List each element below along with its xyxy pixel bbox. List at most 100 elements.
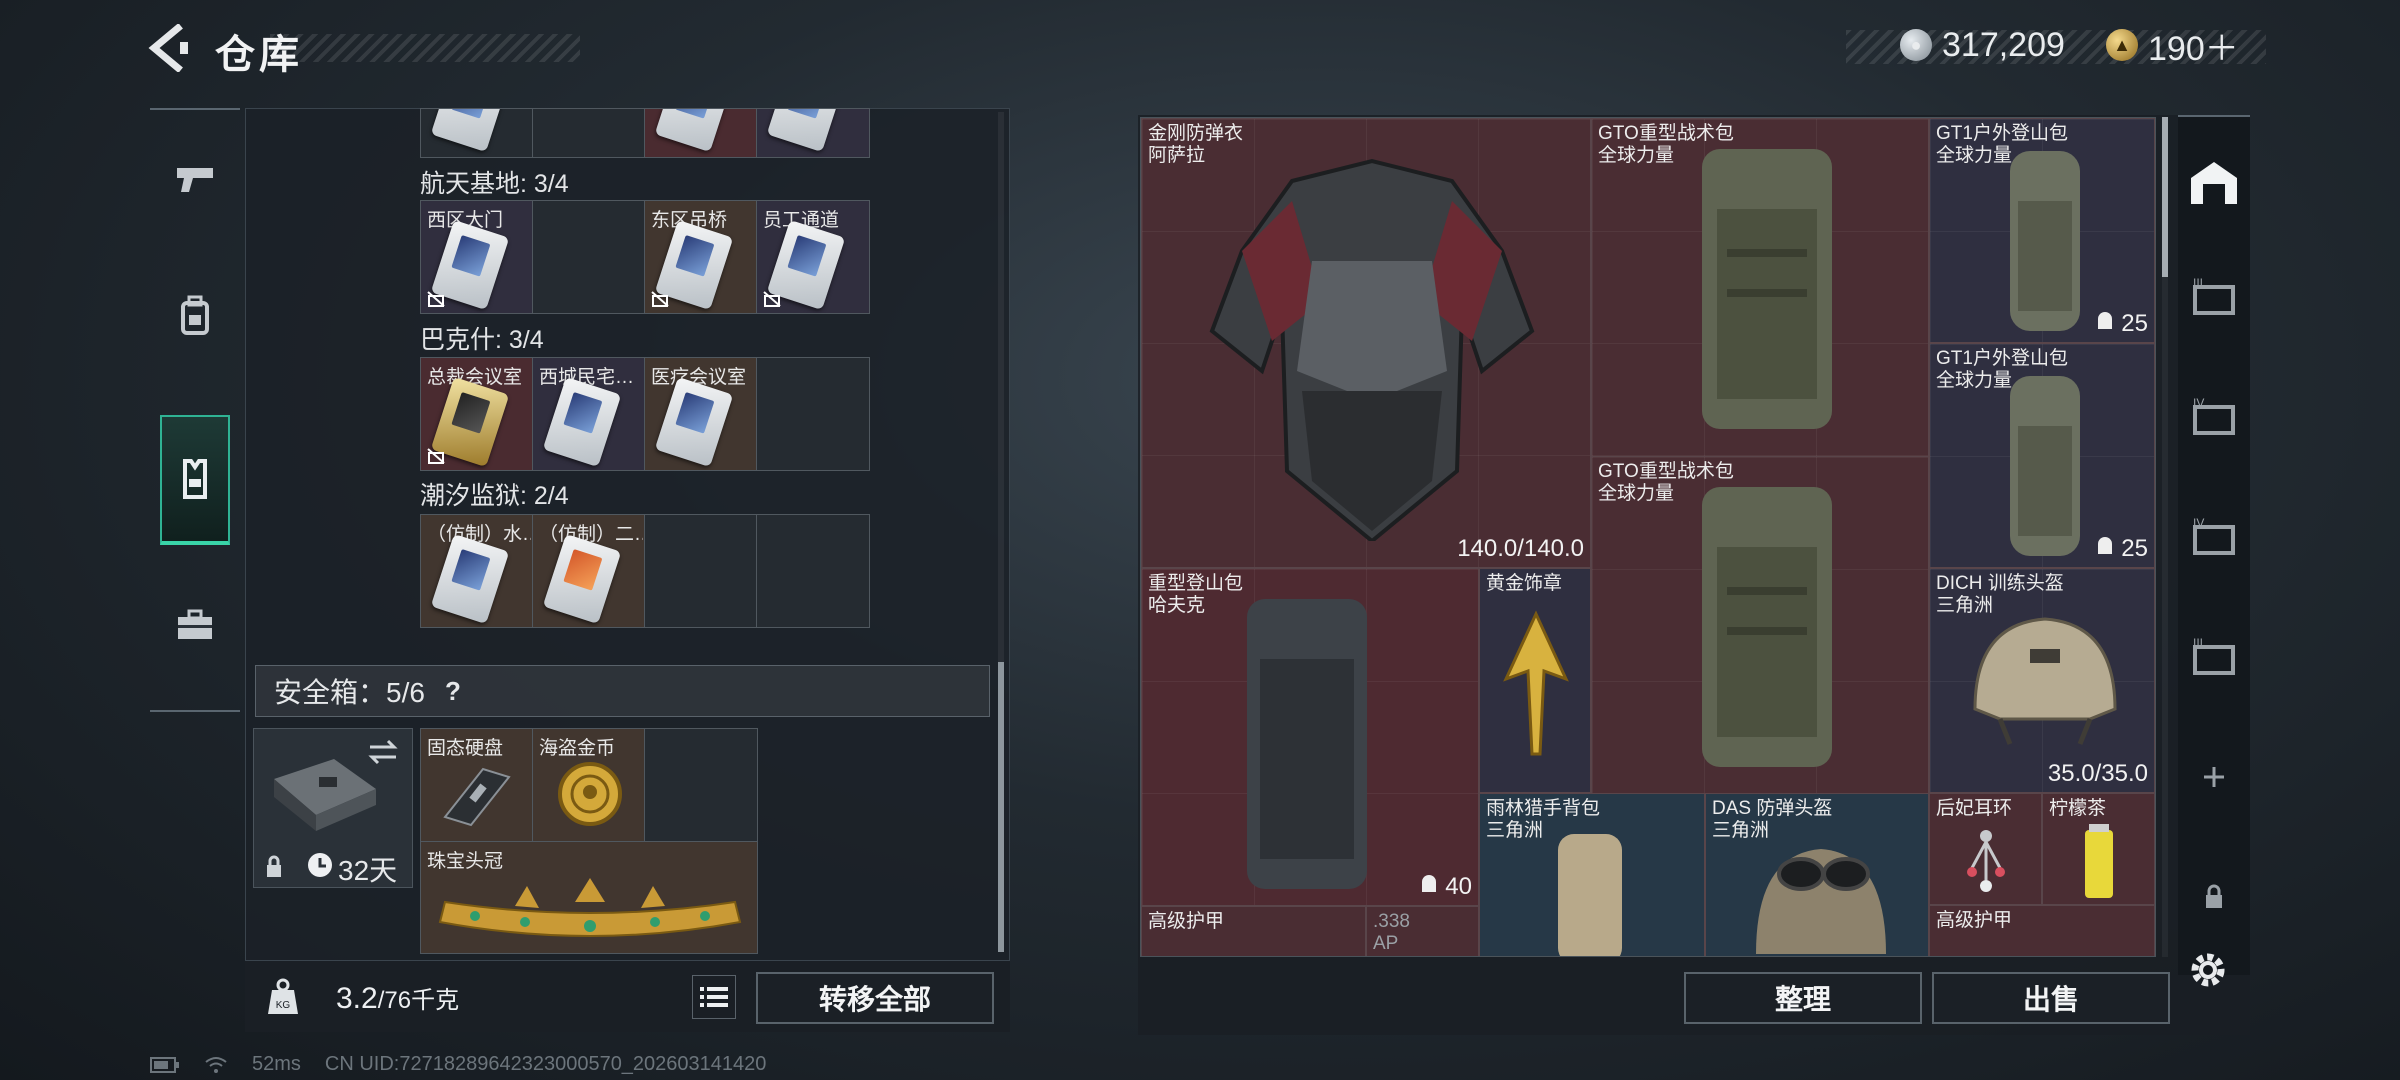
silver-currency: ● 317,209 [1900, 22, 2065, 68]
item-label: 珠宝头冠 [427, 851, 504, 872]
vest-icon [183, 459, 207, 499]
key-slot[interactable]: 东区吊桥 [645, 201, 757, 313]
item-brand: 全球力量 [1598, 145, 1675, 166]
warehouse-icon [2191, 162, 2237, 204]
weight-max: /76千克 [377, 987, 460, 1014]
sort-button[interactable]: 整理 [1684, 972, 1922, 1024]
safe-slot[interactable]: 固态硬盘 [421, 729, 533, 841]
key-row: （仿制）水… （仿制）二… [420, 514, 870, 628]
item-capacity-value: 40 [1445, 873, 1472, 900]
item-das-helmet[interactable]: DAS 防弹头盔 三角洲 [1705, 793, 1929, 956]
drink-can-icon [2085, 824, 2113, 898]
nav-backpacks[interactable] [150, 250, 240, 380]
inventory-scrollbar[interactable] [2162, 117, 2168, 957]
key-row-partial [420, 108, 870, 158]
key-slot[interactable]: 总裁会议室 [421, 358, 533, 470]
transfer-all-button[interactable]: 转移全部 [756, 972, 994, 1024]
item-rainforest-bag[interactable]: 雨林猎手背包 三角洲 [1479, 793, 1705, 956]
safe-box-container[interactable]: 32天 [253, 728, 413, 888]
item-durability: 140.0/140.0 [1457, 535, 1584, 562]
key-slot[interactable] [757, 109, 869, 157]
key-slot[interactable] [645, 109, 757, 157]
sell-button[interactable]: 出售 [1932, 972, 2170, 1024]
nav-weapons[interactable] [150, 115, 240, 245]
nav-cases[interactable] [150, 560, 240, 690]
item-advanced-armor[interactable]: 高级护甲 [1929, 905, 2155, 956]
item-earrings[interactable]: 后妃耳环 [1929, 793, 2042, 905]
item-hiking-bag[interactable]: GT1户外登山包 全球力量 25 [1929, 118, 2155, 343]
add-storage-button[interactable] [2178, 742, 2250, 812]
weight-kg-icon: KG [268, 978, 298, 1014]
key-slot-empty[interactable] [645, 515, 757, 627]
ping-value: 52ms [252, 1053, 301, 1075]
item-brand: AP [1373, 933, 1399, 954]
key-slot[interactable]: 员工通道 [757, 201, 869, 313]
help-button[interactable]: ? [445, 676, 461, 707]
safe-slot-crown[interactable]: 珠宝头冠 [421, 842, 757, 953]
back-arrow-icon [148, 23, 188, 73]
item-hiking-bag[interactable]: GT1户外登山包 全球力量 25 [1929, 343, 2155, 568]
key-slot[interactable]: 医疗会议室 [645, 358, 757, 470]
item-name: 黄金饰章 [1486, 573, 1563, 594]
storage-page-main[interactable] [2178, 147, 2250, 217]
key-slot[interactable] [421, 109, 533, 157]
storage-page-4b[interactable]: IV [2178, 502, 2250, 572]
item-capacity: 40 [1419, 873, 1472, 901]
scroll-thumb[interactable] [998, 662, 1004, 952]
weight-current: 3.2 [336, 982, 378, 1015]
item-advanced-armor[interactable]: 高级护甲 [1141, 906, 1366, 956]
keycard-image [542, 533, 622, 625]
scroll-thumb[interactable] [2162, 117, 2168, 277]
keycard-image [654, 376, 734, 468]
safe-case-icon [274, 759, 376, 831]
key-section-title: 巴克什: 3/4 [420, 326, 544, 354]
gold-currency[interactable]: ▲ 190＋ [2106, 22, 2239, 68]
capacity-icon [2097, 537, 2112, 554]
storage-page-3b[interactable]: III [2178, 622, 2250, 692]
key-slot-empty[interactable] [757, 515, 869, 627]
key-slot[interactable]: （仿制）水… [421, 515, 533, 627]
backpack-image [1558, 834, 1622, 956]
backpack-image [1702, 149, 1832, 429]
inventory-grid: 金刚防弹衣阿萨拉 140.0/140.0 GTO重型战术包全球力量 45 GT1… [1140, 117, 2156, 957]
earring-icon [1967, 830, 2005, 892]
item-title: .338 [1373, 911, 1410, 932]
safe-box-label: 安全箱：5/6 [274, 677, 425, 708]
left-category-nav [150, 108, 240, 712]
item-heavy-hiking-bag[interactable]: 重型登山包 哈夫克 40 [1141, 568, 1479, 906]
item-ammo[interactable]: .338 AP [1366, 906, 1479, 956]
key-panel-scrollbar[interactable] [998, 112, 1004, 952]
locked-storage[interactable] [2178, 862, 2250, 932]
item-gold-badge[interactable]: 黄金饰章 [1479, 568, 1591, 793]
item-name: .338 AP [1373, 911, 1410, 955]
clock-icon [308, 853, 332, 877]
back-button[interactable] [148, 23, 192, 73]
storage-page-3[interactable]: III [2178, 262, 2250, 332]
item-lemon-tea[interactable]: 柠檬茶 [2042, 793, 2155, 905]
item-durability: 35.0/35.0 [2047, 760, 2148, 787]
key-slot-empty[interactable] [757, 358, 869, 470]
key-slot[interactable]: 西城民宅… [533, 358, 645, 470]
key-section-title: 潮汐监狱: 2/4 [420, 482, 569, 510]
key-row: 总裁会议室 西城民宅… 医疗会议室 [420, 357, 870, 471]
nav-armor[interactable] [160, 415, 230, 545]
briefcase-icon [178, 609, 212, 639]
backpack-image [2010, 151, 2080, 331]
no-bind-icon [763, 291, 781, 307]
key-slot-empty[interactable] [533, 201, 645, 313]
safe-slot-empty[interactable] [645, 729, 757, 841]
storage-page-4a[interactable]: IV [2178, 382, 2250, 452]
settings-button[interactable] [2186, 948, 2234, 996]
item-training-helmet[interactable]: DICH 训练头盔 三角洲 35.0/35.0 [1929, 568, 2155, 793]
key-slot[interactable]: （仿制）二… [533, 515, 645, 627]
safe-slot[interactable]: 海盗金币 [533, 729, 645, 841]
key-slot[interactable]: 西区大门 [421, 201, 533, 313]
key-slot[interactable] [533, 109, 645, 157]
silver-currency-value: 317,209 [1942, 25, 2065, 64]
list-view-button[interactable] [692, 975, 736, 1019]
svg-text:IV: IV [2193, 396, 2204, 410]
item-label: 海盗金币 [539, 738, 616, 759]
container-tier-4-icon: IV [2193, 396, 2235, 435]
item-armor-vest[interactable]: 金刚防弹衣 阿萨拉 140.0/140.0 [1141, 118, 1591, 568]
safe-box-row: 固态硬盘 海盗金币 [420, 728, 758, 842]
